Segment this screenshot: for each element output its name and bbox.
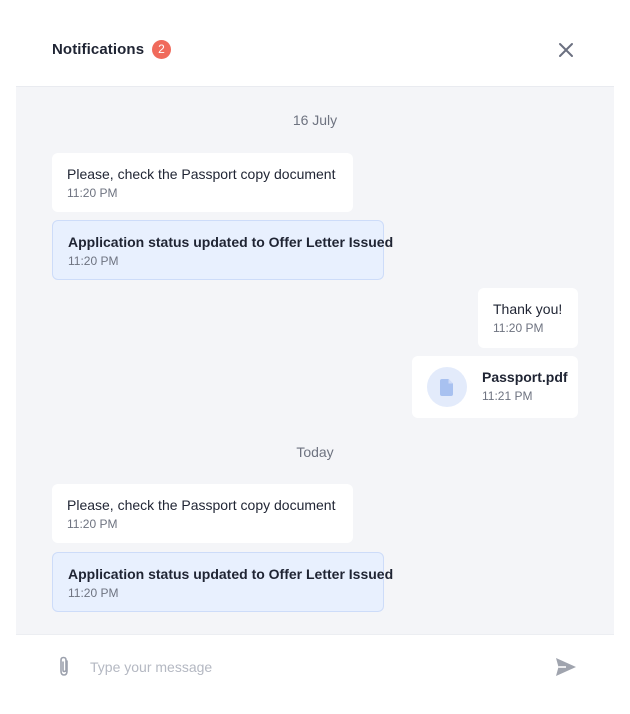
message-time: 11:20 PM	[67, 186, 118, 200]
message-time: 11:21 PM	[482, 389, 533, 403]
message-text: Thank you!	[493, 301, 563, 317]
close-button[interactable]	[554, 38, 578, 62]
message-time: 11:20 PM	[68, 254, 119, 268]
attach-button[interactable]	[54, 655, 74, 679]
notifications-header: Notifications 2	[0, 0, 630, 86]
file-icon-circle	[427, 367, 467, 407]
file-name[interactable]: Passport.pdf	[482, 369, 568, 385]
notification-count-badge: 2	[152, 40, 171, 59]
message-time: 11:20 PM	[493, 321, 544, 335]
message-text: Application status updated to Offer Lett…	[68, 566, 394, 582]
send-button[interactable]	[554, 655, 578, 679]
document-icon	[440, 378, 453, 396]
outgoing-message: Thank you! 11:20 PM	[478, 288, 578, 348]
message-time: 11:20 PM	[68, 586, 119, 600]
date-separator: 16 July	[292, 112, 338, 128]
paperclip-icon	[60, 656, 68, 676]
close-icon	[559, 43, 573, 57]
send-icon	[556, 658, 576, 676]
incoming-message: Please, check the Passport copy document…	[52, 484, 353, 543]
status-message: Application status updated to Offer Lett…	[52, 220, 394, 280]
file-attachment-message[interactable]: Passport.pdf 11:21 PM	[412, 356, 578, 418]
message-thread[interactable]: 16 July Please, check the Passport copy …	[16, 86, 614, 634]
page-title: Notifications	[52, 41, 145, 58]
message-text: Application status updated to Offer Lett…	[68, 234, 394, 250]
message-text: Please, check the Passport copy document	[67, 497, 336, 513]
message-composer	[16, 634, 614, 698]
message-text: Please, check the Passport copy document	[67, 166, 336, 182]
message-input[interactable]	[90, 655, 530, 679]
status-message: Application status updated to Offer Lett…	[52, 552, 394, 612]
date-separator: Today	[296, 444, 334, 460]
incoming-message: Please, check the Passport copy document…	[52, 153, 353, 212]
message-time: 11:20 PM	[67, 517, 118, 531]
